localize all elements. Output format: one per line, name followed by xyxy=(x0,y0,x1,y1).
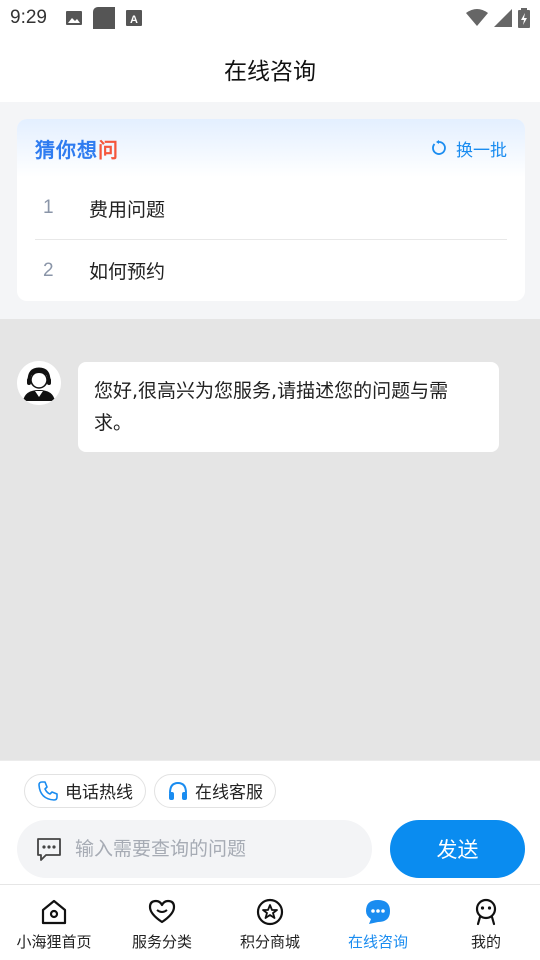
message-input[interactable] xyxy=(75,838,345,860)
suggested-questions-card: 猜你想问 换一批 1 费用问题 2 如何预约 xyxy=(17,119,525,301)
app-notification-icon xyxy=(92,7,115,29)
bottom-tab-bar: 小海狸首页 服务分类 积分商城 在线咨询 我的 xyxy=(0,884,540,960)
refresh-questions-button[interactable]: 换一批 xyxy=(430,136,507,161)
svg-text:A: A xyxy=(130,14,138,26)
suggested-question-item[interactable]: 1 费用问题 xyxy=(17,177,507,239)
agent-message-bubble: 您好,很高兴为您服务,请描述您的问题与需求。 xyxy=(78,362,499,452)
message-composer: 发送 xyxy=(0,820,540,884)
phone-hotline-button[interactable]: 电话热线 xyxy=(24,773,146,808)
home-icon xyxy=(41,899,67,925)
refresh-label: 换一批 xyxy=(456,140,507,161)
profile-icon xyxy=(475,898,497,926)
tab-label: 积分商城 xyxy=(239,933,300,951)
message-input-box[interactable] xyxy=(17,820,372,878)
tab-label: 我的 xyxy=(470,933,501,951)
question-number: 1 xyxy=(43,197,54,218)
status-time: 9:29 xyxy=(10,7,47,28)
question-text: 如何预约 xyxy=(89,261,166,283)
send-button[interactable]: 发送 xyxy=(390,820,525,878)
battery-icon xyxy=(518,8,530,28)
tab-my-profile[interactable]: 我的 xyxy=(432,885,540,960)
font-notification-icon: A xyxy=(125,10,142,26)
heart-icon xyxy=(148,899,176,924)
status-bar: 9:29 A xyxy=(0,0,540,36)
headset-icon xyxy=(169,781,187,800)
tab-points-mall[interactable]: 积分商城 xyxy=(216,885,324,960)
suggested-questions-title: 猜你想问 xyxy=(35,137,119,162)
question-text: 费用问题 xyxy=(89,198,166,221)
tab-home[interactable]: 小海狸首页 xyxy=(0,885,108,960)
tab-online-consult[interactable]: 在线咨询 xyxy=(324,885,432,960)
page-title: 在线咨询 xyxy=(224,59,316,85)
chat-messages-area[interactable]: 您好,很高兴为您服务,请描述您的问题与需求。 xyxy=(0,319,540,760)
online-service-button[interactable]: 在线客服 xyxy=(154,773,276,808)
phone-icon xyxy=(38,780,58,801)
tab-service-categories[interactable]: 服务分类 xyxy=(108,885,216,960)
refresh-icon xyxy=(432,140,446,155)
tab-label: 小海狸首页 xyxy=(16,933,92,951)
image-notification-icon xyxy=(65,11,82,25)
question-number: 2 xyxy=(43,259,54,281)
quick-actions-bar: 电话热线 在线客服 xyxy=(0,760,540,820)
cellular-signal-icon xyxy=(494,9,512,27)
tab-label: 在线咨询 xyxy=(347,933,408,951)
tab-label: 服务分类 xyxy=(131,933,192,951)
message-icon xyxy=(37,838,61,861)
notification-icons: A xyxy=(65,7,143,29)
agent-avatar xyxy=(17,361,61,405)
customer-service-avatar-icon xyxy=(17,361,61,405)
phone-hotline-label: 电话热线 xyxy=(65,783,133,803)
system-status-icons xyxy=(466,8,530,28)
chat-bubble-icon xyxy=(366,900,390,924)
online-service-label: 在线客服 xyxy=(195,783,263,803)
wifi-icon xyxy=(466,9,488,26)
suggested-questions-header: 猜你想问 换一批 xyxy=(17,119,525,177)
page-header: 在线咨询 xyxy=(0,36,540,102)
suggested-question-item[interactable]: 2 如何预约 xyxy=(35,239,507,301)
star-icon xyxy=(256,898,284,926)
suggested-questions-area: 猜你想问 换一批 1 费用问题 2 如何预约 xyxy=(0,102,540,319)
